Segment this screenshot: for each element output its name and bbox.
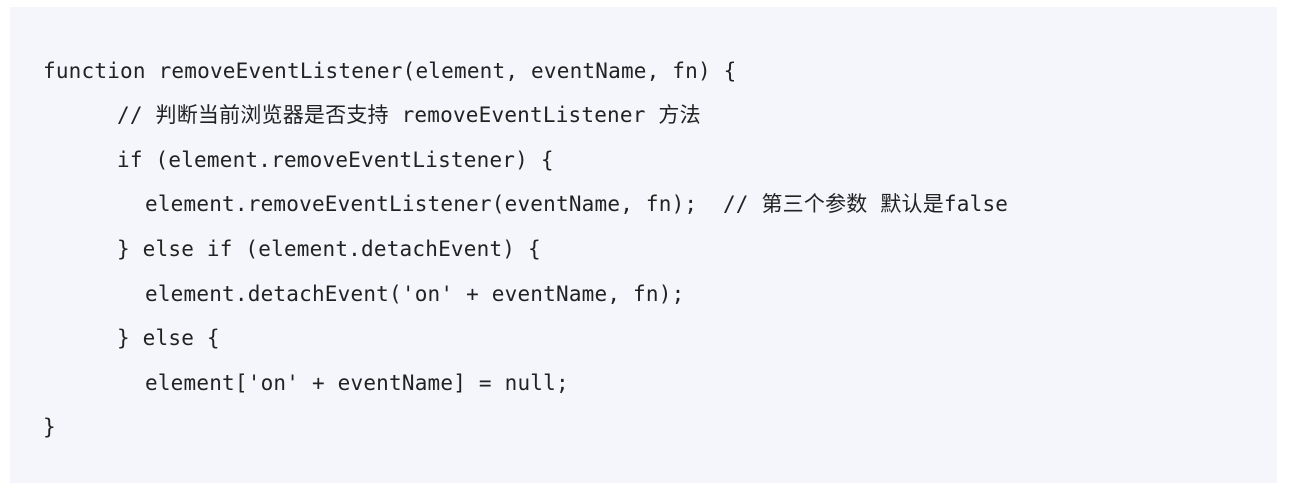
code-block: function removeEventListener(element, ev… bbox=[10, 7, 1277, 483]
code-line-else: } else { bbox=[117, 326, 220, 350]
code-line-else-if-condition: } else if (element.detachEvent) { bbox=[117, 237, 541, 261]
code-line-closing-brace: } bbox=[43, 415, 56, 439]
code-line-comment: // 判断当前浏览器是否支持 removeEventListener 方法 bbox=[117, 103, 701, 127]
code-line-remove-listener-call: element.removeEventListener(eventName, f… bbox=[145, 192, 1009, 216]
code-line-null-assignment: element['on' + eventName] = null; bbox=[145, 371, 569, 395]
code-line-detach-event-call: element.detachEvent('on' + eventName, fn… bbox=[145, 282, 685, 306]
code-line-if-condition: if (element.removeEventListener) { bbox=[117, 148, 554, 172]
code-line-function-declaration: function removeEventListener(element, ev… bbox=[43, 59, 737, 83]
